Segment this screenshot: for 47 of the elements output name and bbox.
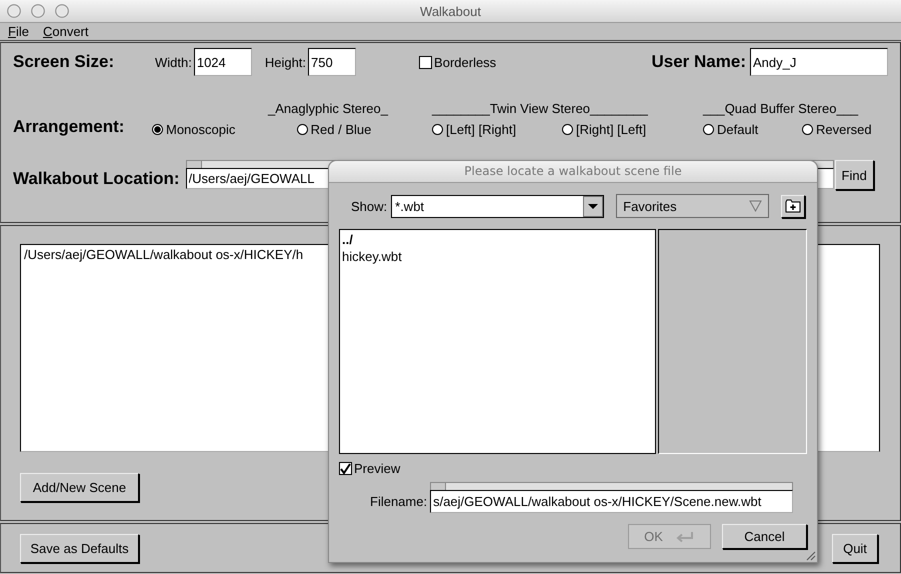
group-title: ________Twin View Stereo________ [432, 101, 649, 118]
section-label: Screen Size: [13, 52, 116, 72]
width-field[interactable]: 1024 [194, 48, 252, 76]
user-name-field[interactable]: Andy_J [750, 48, 888, 76]
field-label: Width: [155, 54, 192, 70]
window-title: Walkabout [419, 4, 482, 18]
radio-option[interactable]: [Left] [Right] [432, 122, 562, 137]
field-label: User Name: [652, 52, 746, 72]
file-list[interactable]: ../ hickey.wbt [339, 229, 656, 454]
window-button-icon [31, 4, 45, 18]
field-label: Show: [351, 198, 388, 214]
find-button[interactable]: Find [834, 160, 874, 190]
favorites-dropdown[interactable]: Favorites [616, 194, 770, 218]
folder-plus-icon [785, 199, 802, 213]
save-defaults-button[interactable]: Save as Defaults [20, 534, 139, 562]
dialog-title: Please locate a walkabout scene file [329, 161, 817, 183]
checkbox[interactable] [419, 56, 432, 68]
cancel-button[interactable]: Cancel [722, 524, 807, 549]
radio-option[interactable]: [Right] [Left] [562, 122, 692, 137]
field-label: Filename: [370, 494, 428, 509]
radio-option[interactable]: Reversed [802, 122, 901, 137]
file-type-dropdown[interactable]: *.wbt [391, 194, 604, 218]
height-field[interactable]: 750 [308, 48, 356, 76]
window-button-icon [7, 4, 21, 18]
list-entry[interactable]: hickey.wbt [342, 248, 654, 265]
section-label: Walkabout Location: [13, 169, 180, 189]
resize-grip-icon [804, 549, 816, 561]
filename-field[interactable]: s/aej/GEOWALL/walkabout os-x/HICKEY/Scene.new.wbt [430, 490, 794, 513]
group-title: ___Quad Buffer Stereo___ [703, 101, 860, 118]
triangle-icon [749, 200, 762, 212]
check-icon [340, 463, 351, 474]
checkbox-label: Preview [354, 461, 400, 476]
checkbox[interactable] [339, 462, 352, 475]
field-label: Height: [264, 54, 306, 70]
section-label: Arrangement: [13, 117, 126, 137]
quit-button[interactable]: Quit [832, 534, 878, 562]
radio-option[interactable]: Red / Blue [296, 122, 372, 137]
menu-item[interactable]: Convert [42, 24, 88, 39]
checkbox-label: Borderless [434, 54, 496, 70]
menu-item[interactable]: File [8, 24, 29, 39]
window-button-icon [55, 4, 69, 18]
group-title: _Anaglyphic Stereo_ [268, 101, 390, 118]
radio-option[interactable]: Monoscopic [152, 122, 236, 137]
radio-option[interactable]: Default [703, 122, 802, 137]
add-scene-button[interactable]: Add/New Scene [20, 473, 139, 502]
new-folder-button[interactable] [781, 194, 806, 218]
list-entry[interactable]: ../ [342, 231, 654, 248]
